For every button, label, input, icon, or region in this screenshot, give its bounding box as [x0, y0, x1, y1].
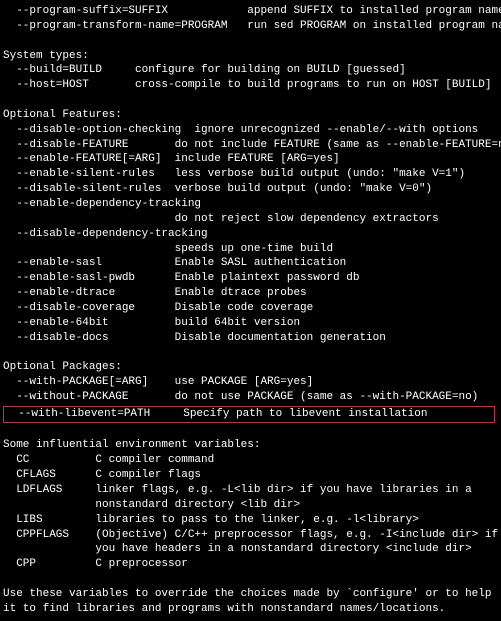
- section-header: Optional Packages:: [3, 360, 501, 375]
- env-line: CFLAGS C compiler flags: [3, 468, 501, 483]
- terminal-output: --program-suffix=SUFFIX append SUFFIX to…: [3, 4, 501, 617]
- footer-line: Use these variables to override the choi…: [3, 587, 501, 602]
- env-line: nonstandard directory <lib dir>: [3, 498, 501, 513]
- env-line: CPPFLAGS (Objective) C/C++ preprocessor …: [3, 528, 501, 543]
- env-line: LIBS libraries to pass to the linker, e.…: [3, 513, 501, 528]
- env-line: you have headers in a nonstandard direct…: [3, 542, 501, 557]
- env-line: CPP C preprocessor: [3, 557, 501, 572]
- option-line: --enable-sasl-pwdb Enable plaintext pass…: [3, 271, 501, 286]
- option-line: --disable-option-checking ignore unrecog…: [3, 123, 501, 138]
- option-line: --disable-FEATURE do not include FEATURE…: [3, 138, 501, 153]
- footer-line: it to find libraries and programs with n…: [3, 602, 501, 617]
- highlighted-option: --with-libevent=PATH Specify path to lib…: [3, 406, 495, 423]
- option-line: --enable-FEATURE[=ARG] include FEATURE […: [3, 152, 501, 167]
- option-line: speeds up one-time build: [3, 242, 501, 257]
- option-line: --disable-dependency-tracking: [3, 227, 501, 242]
- option-line: --program-transform-name=PROGRAM run sed…: [3, 19, 501, 34]
- option-line: --with-libevent=PATH Specify path to lib…: [5, 407, 493, 422]
- option-line: --with-PACKAGE[=ARG] use PACKAGE [ARG=ye…: [3, 375, 501, 390]
- option-line: --enable-silent-rules less verbose build…: [3, 167, 501, 182]
- option-line: --enable-dependency-tracking: [3, 197, 501, 212]
- option-line: --without-PACKAGE do not use PACKAGE (sa…: [3, 390, 501, 405]
- env-line: CC C compiler command: [3, 453, 501, 468]
- option-line: --build=BUILD configure for building on …: [3, 63, 501, 78]
- option-line: --program-suffix=SUFFIX append SUFFIX to…: [3, 4, 501, 19]
- option-line: --enable-sasl Enable SASL authentication: [3, 256, 501, 271]
- section-header: System types:: [3, 49, 501, 64]
- section-header: Optional Features:: [3, 108, 501, 123]
- option-line: --disable-silent-rules verbose build out…: [3, 182, 501, 197]
- section-header: Some influential environment variables:: [3, 438, 501, 453]
- option-line: --enable-64bit build 64bit version: [3, 316, 501, 331]
- option-line: --enable-dtrace Enable dtrace probes: [3, 286, 501, 301]
- option-line: --disable-docs Disable documentation gen…: [3, 331, 501, 346]
- option-line: do not reject slow dependency extractors: [3, 212, 501, 227]
- option-line: --disable-coverage Disable code coverage: [3, 301, 501, 316]
- env-line: LDFLAGS linker flags, e.g. -L<lib dir> i…: [3, 483, 501, 498]
- option-line: --host=HOST cross-compile to build progr…: [3, 78, 501, 93]
